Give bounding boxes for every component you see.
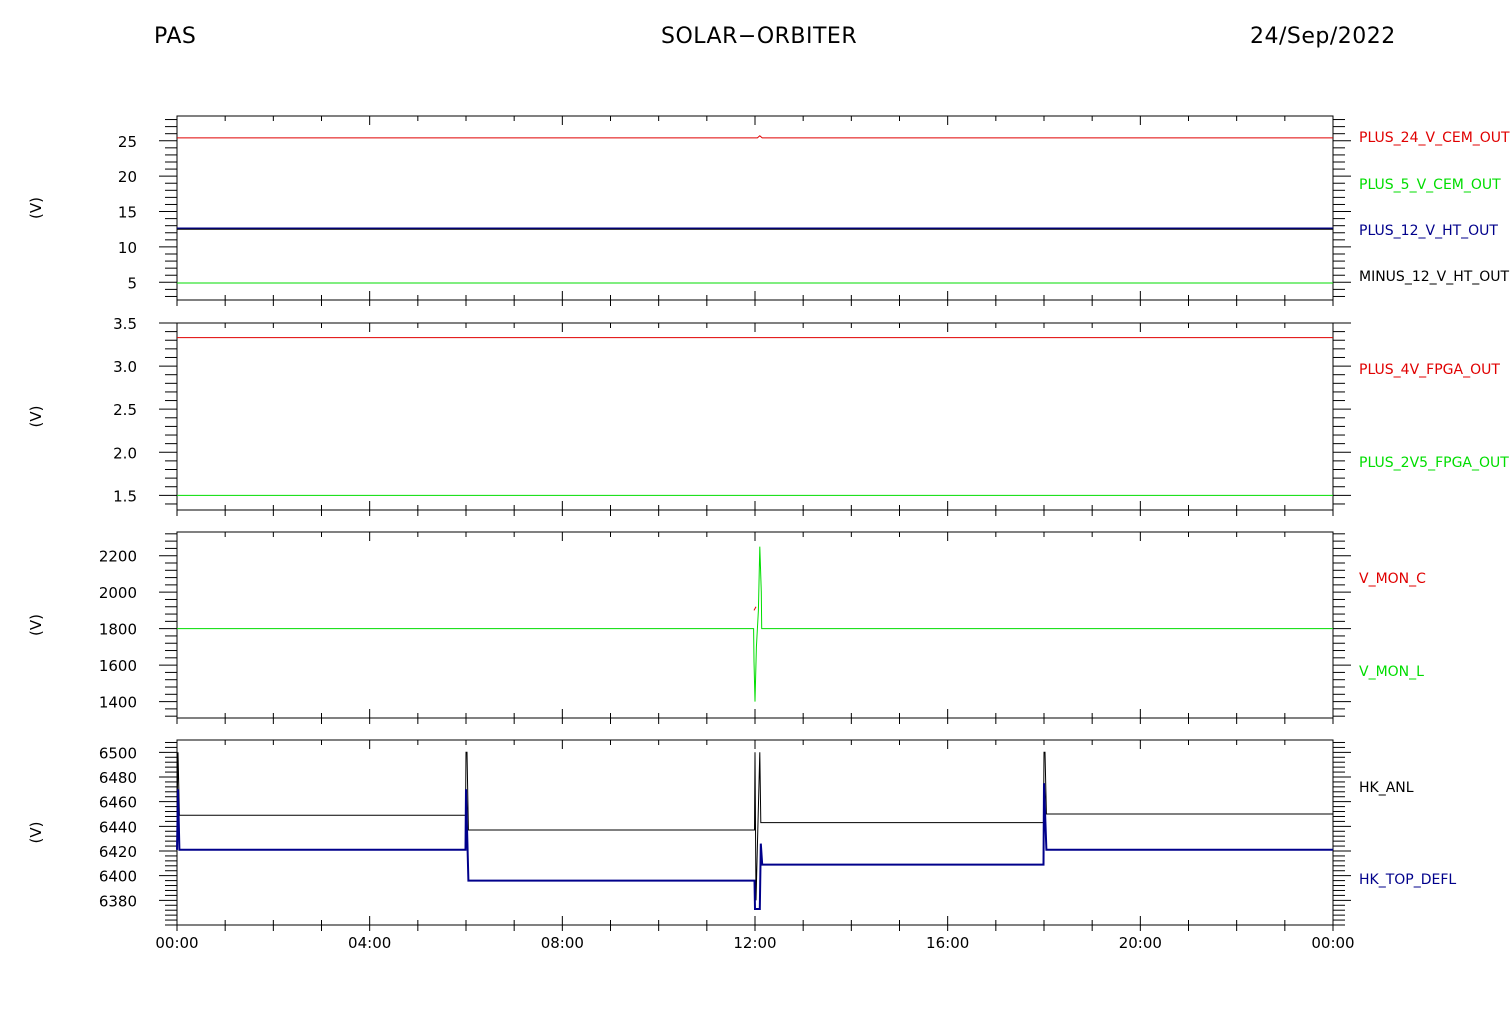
y-tick-label: 1.5 (113, 487, 137, 505)
y-tick-label: 3.0 (113, 358, 137, 376)
legend-minus_12_v_ht_out: MINUS_12_V_HT_OUT (1359, 269, 1510, 285)
legend-plus_2v5_fpga_out: PLUS_2V5_FPGA_OUT (1359, 455, 1509, 471)
series-line-v_mon_c (753, 606, 757, 611)
y-axis-label: (V) (27, 614, 45, 636)
series-line-plus_24_v_cem_out (177, 135, 1333, 139)
x-tick-label: 04:00 (348, 934, 391, 952)
y-tick-label: 2200 (99, 548, 137, 566)
y-tick-label: 1600 (99, 657, 137, 675)
y-tick-label: 3.5 (113, 315, 137, 333)
y-tick-label: 6380 (99, 892, 137, 910)
y-tick-label: 6400 (99, 868, 137, 886)
legend-plus_24_v_cem_out: PLUS_24_V_CEM_OUT (1359, 130, 1510, 146)
y-axis-label: (V) (27, 406, 45, 428)
legend-hk_anl: HK_ANL (1359, 780, 1414, 796)
legend-v_mon_c: V_MON_C (1359, 571, 1426, 587)
panel-1-frame (176, 115, 1334, 301)
legend-hk_top_defl: HK_TOP_DEFL (1359, 872, 1456, 888)
housekeeping-plots: 5 10 15 20 25 (V) PLUS_24_V_CEM_OUT PLUS_5_V_CE… (27, 115, 1510, 952)
x-tick-label: 12:00 (733, 934, 776, 952)
legend-v_mon_l: V_MON_L (1359, 664, 1424, 680)
x-tick-label: 16:00 (926, 934, 969, 952)
y-axis-label: (V) (27, 197, 45, 219)
y-tick-label: 2.5 (113, 401, 137, 419)
panel-2-frame (176, 322, 1334, 511)
y-tick-label: 6480 (99, 769, 137, 787)
legend-plus_12_v_ht_out: PLUS_12_V_HT_OUT (1359, 223, 1498, 239)
y-tick-label: 2000 (99, 584, 137, 602)
y-tick-label: 15 (118, 204, 137, 222)
x-tick-label: 00:00 (155, 934, 198, 952)
y-axis-label: (V) (27, 822, 45, 844)
x-tick-label: 08:00 (541, 934, 584, 952)
legend-plus_4v_fpga_out: PLUS_4V_FPGA_OUT (1359, 362, 1500, 378)
y-tick-label: 25 (118, 133, 137, 151)
x-tick-label: 20:00 (1119, 934, 1162, 952)
legend-plus_5_v_cem_out: PLUS_5_V_CEM_OUT (1359, 177, 1501, 193)
y-tick-label: 20 (118, 168, 137, 186)
y-tick-label: 6460 (99, 794, 137, 812)
y-tick-label: 5 (127, 274, 137, 292)
y-tick-label: 2.0 (113, 444, 137, 462)
y-tick-label: 6440 (99, 818, 137, 836)
y-tick-label: 1400 (99, 694, 137, 712)
x-tick-label: 00:00 (1311, 934, 1354, 952)
series-line-v_mon_l (177, 546, 1333, 702)
series-line-hk_anl (176, 751, 1333, 901)
y-tick-label: 10 (118, 239, 137, 257)
y-tick-label: 6420 (99, 843, 137, 861)
y-tick-label: 1800 (99, 621, 137, 639)
y-tick-label: 6500 (99, 744, 137, 762)
